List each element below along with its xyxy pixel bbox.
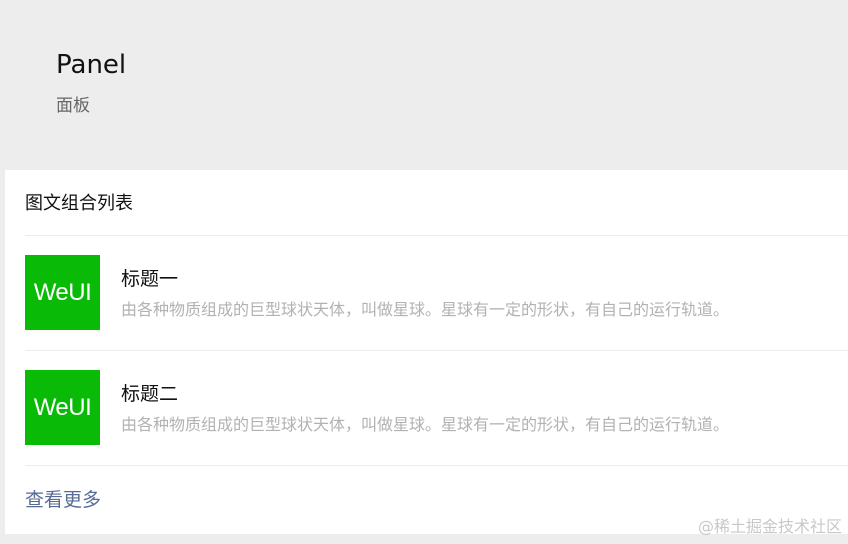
thumbnail-image: WeUI: [25, 255, 100, 330]
panel: 图文组合列表 WeUI 标题一 由各种物质组成的巨型球状天体，叫做星球。星球有一…: [5, 170, 848, 534]
item-description: 由各种物质组成的巨型球状天体，叫做星球。星球有一定的形状，有自己的运行轨道。: [121, 415, 730, 434]
list-item[interactable]: WeUI 标题二 由各种物质组成的巨型球状天体，叫做星球。星球有一定的形状，有自…: [25, 351, 848, 467]
page-description: 面板: [56, 96, 90, 116]
watermark: @稀土掘金技术社区: [697, 517, 842, 536]
panel-header: 图文组合列表: [25, 193, 133, 214]
page-header: Panel 面板: [0, 0, 848, 170]
item-description: 由各种物质组成的巨型球状天体，叫做星球。星球有一定的形状，有自己的运行轨道。: [121, 300, 730, 319]
page-title: Panel: [56, 50, 127, 80]
list-item[interactable]: WeUI 标题一 由各种物质组成的巨型球状天体，叫做星球。星球有一定的形状，有自…: [25, 236, 848, 352]
view-more-link[interactable]: 查看更多: [25, 486, 101, 514]
thumbnail-image: WeUI: [25, 370, 100, 445]
item-title: 标题一: [121, 268, 179, 290]
item-title: 标题二: [121, 383, 179, 405]
divider: [25, 465, 848, 466]
